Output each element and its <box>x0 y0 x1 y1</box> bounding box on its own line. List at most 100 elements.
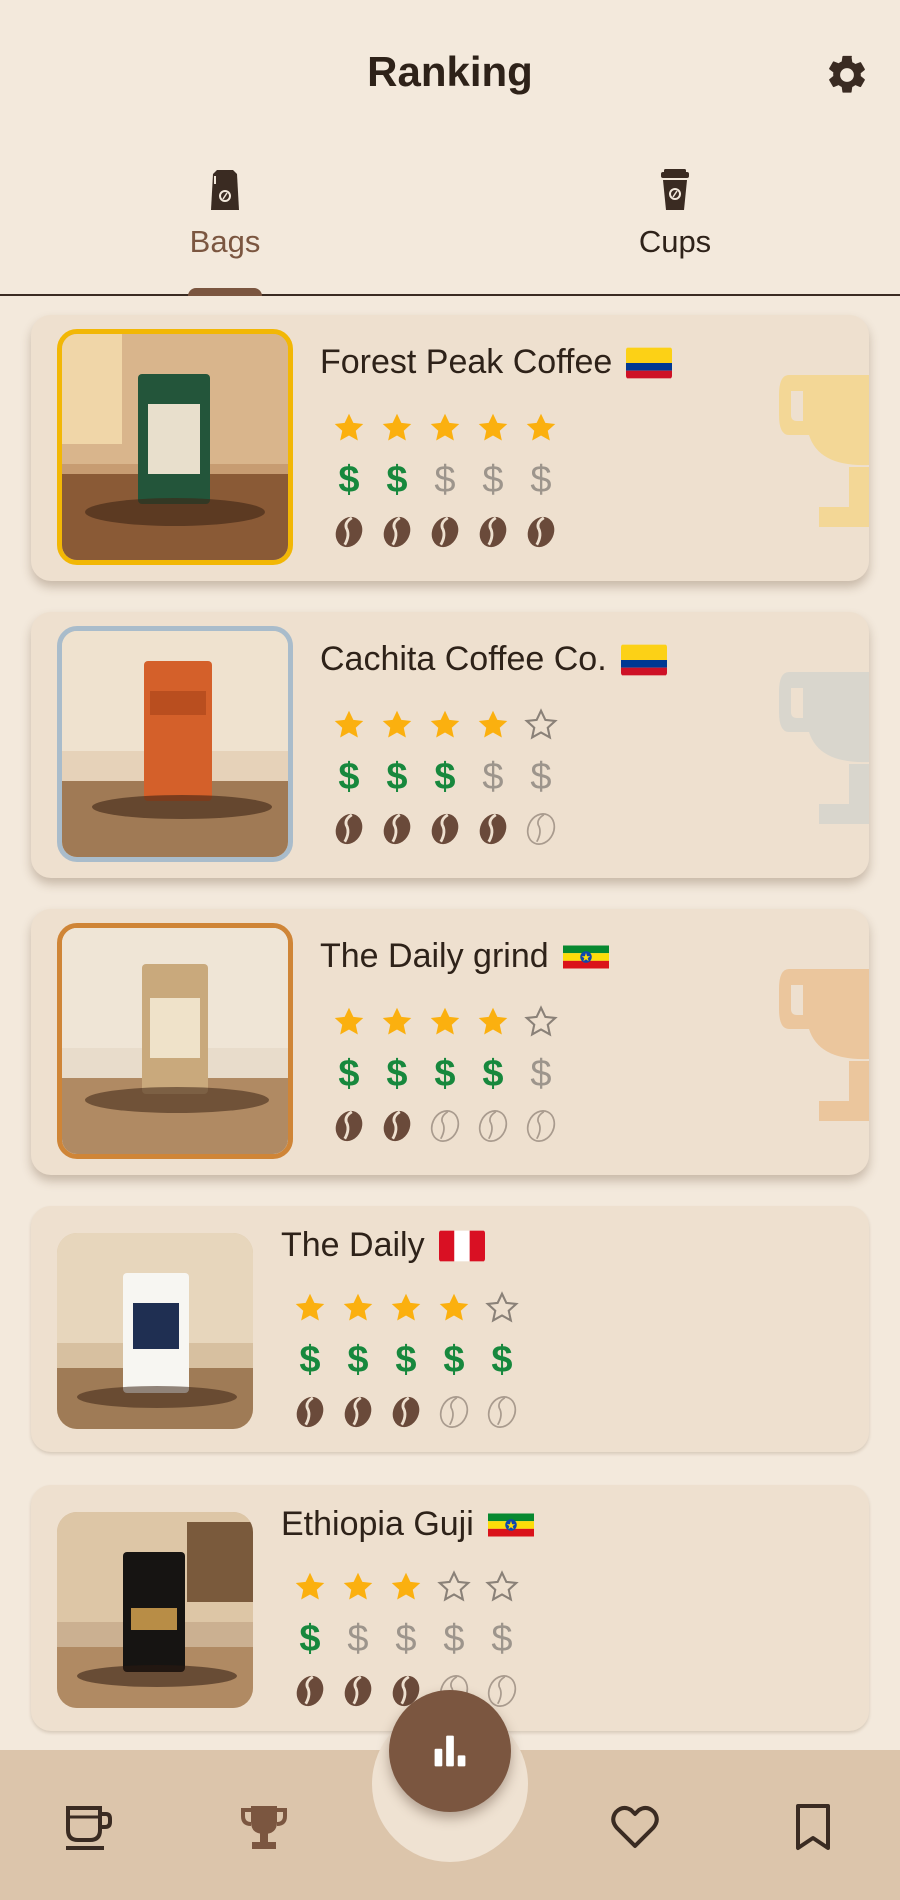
colombia-flag-icon <box>626 347 673 379</box>
strength-rating <box>286 1388 526 1436</box>
peru-flag-icon <box>438 1230 485 1262</box>
coffee-bean-filled-icon <box>325 508 373 556</box>
dollar-filled-icon: $ <box>491 1339 513 1381</box>
tab-bags[interactable]: Bags <box>0 160 450 296</box>
coffee-bean-empty-icon <box>469 1102 517 1150</box>
dollar-empty-icon: $ <box>491 1618 513 1660</box>
coffee-bag-icon <box>211 170 239 210</box>
coffee-mug-icon[interactable] <box>60 1800 114 1854</box>
gold-trophy-icon <box>779 375 869 527</box>
star-empty-icon <box>478 1284 526 1332</box>
coffee-bean-filled-icon <box>325 805 373 853</box>
strength-rating <box>325 805 565 853</box>
star-filled-icon <box>373 701 421 749</box>
coffee-cup-icon <box>661 169 689 210</box>
star-filled-icon <box>325 998 373 1046</box>
tab-selected-indicator <box>188 288 262 296</box>
dollar-filled-icon: $ <box>395 1339 417 1381</box>
star-empty-icon <box>517 998 565 1046</box>
star-filled-icon <box>382 1284 430 1332</box>
star-empty-icon <box>430 1563 478 1611</box>
ethiopia-flag-icon <box>562 941 609 973</box>
coffee-bean-filled-icon <box>517 508 565 556</box>
page-title: Ranking <box>367 48 533 95</box>
star-rating <box>325 404 565 452</box>
star-filled-icon <box>469 701 517 749</box>
star-rating <box>286 1563 526 1611</box>
dollar-filled-icon: $ <box>347 1339 369 1381</box>
star-filled-icon <box>469 404 517 452</box>
coffee-bean-filled-icon <box>286 1388 334 1436</box>
coffee-bag-image <box>57 626 293 862</box>
dollar-filled-icon: $ <box>338 756 360 798</box>
list-item[interactable]: The Daily grind $ $ $ $ $ <box>31 909 869 1175</box>
coffee-bean-filled-icon <box>421 805 469 853</box>
item-name: Cachita Coffee Co. <box>320 640 607 678</box>
item-name: The Daily <box>281 1226 425 1264</box>
coffee-bean-filled-icon <box>373 508 421 556</box>
dollar-empty-icon: $ <box>530 1053 552 1095</box>
coffee-bean-empty-icon <box>478 1388 526 1436</box>
colombia-flag-icon <box>620 644 667 676</box>
bookmark-icon[interactable] <box>786 1800 840 1854</box>
price-rating: $ $ $ $ $ <box>286 1336 526 1384</box>
list-item[interactable]: Cachita Coffee Co. $ $ $ $ $ <box>31 612 869 878</box>
coffee-bean-empty-icon <box>517 805 565 853</box>
list-item[interactable]: Forest Peak Coffee $ $ $ $ $ <box>31 315 869 581</box>
star-filled-icon <box>373 998 421 1046</box>
bar-chart-icon <box>434 1735 466 1767</box>
star-empty-icon <box>478 1563 526 1611</box>
price-rating: $ $ $ $ $ <box>325 753 565 801</box>
dollar-empty-icon: $ <box>443 1618 465 1660</box>
tab-bar: Bags Cups <box>0 160 900 296</box>
tab-cups[interactable]: Cups <box>450 160 900 294</box>
dollar-filled-icon: $ <box>434 1053 456 1095</box>
strength-rating <box>325 508 565 556</box>
coffee-bag-image <box>57 923 293 1159</box>
dollar-filled-icon: $ <box>299 1339 321 1381</box>
star-empty-icon <box>517 701 565 749</box>
stats-fab[interactable] <box>389 1690 511 1812</box>
ethiopia-flag-icon <box>487 1509 534 1541</box>
star-filled-icon <box>334 1284 382 1332</box>
tab-bags-label: Bags <box>189 224 261 259</box>
star-rating <box>286 1284 526 1332</box>
coffee-bean-filled-icon <box>325 1102 373 1150</box>
trophy-icon[interactable] <box>237 1800 291 1854</box>
dollar-filled-icon: $ <box>434 756 456 798</box>
dollar-empty-icon: $ <box>482 459 504 501</box>
item-title: The Daily grind <box>320 937 609 976</box>
star-filled-icon <box>421 404 469 452</box>
coffee-bag-image <box>57 329 293 565</box>
list-item[interactable]: The Daily $ $ $ $ $ <box>31 1206 869 1452</box>
price-rating: $ $ $ $ $ <box>325 456 565 504</box>
heart-icon[interactable] <box>608 1800 662 1854</box>
coffee-bean-filled-icon <box>373 805 421 853</box>
price-rating: $ $ $ $ $ <box>325 1050 565 1098</box>
coffee-bean-filled-icon <box>469 508 517 556</box>
strength-rating <box>325 1102 565 1150</box>
coffee-bean-filled-icon <box>421 508 469 556</box>
star-filled-icon <box>334 1563 382 1611</box>
star-filled-icon <box>286 1284 334 1332</box>
coffee-bag-image <box>57 1512 253 1708</box>
item-title: Cachita Coffee Co. <box>320 640 667 679</box>
dollar-filled-icon: $ <box>386 756 408 798</box>
coffee-bean-empty-icon <box>517 1102 565 1150</box>
dollar-filled-icon: $ <box>386 459 408 501</box>
dollar-filled-icon: $ <box>338 459 360 501</box>
star-filled-icon <box>325 404 373 452</box>
star-filled-icon <box>382 1563 430 1611</box>
star-filled-icon <box>373 404 421 452</box>
price-rating: $ $ $ $ $ <box>286 1615 526 1663</box>
coffee-bean-filled-icon <box>334 1667 382 1715</box>
gear-icon[interactable] <box>824 52 870 98</box>
coffee-bean-empty-icon <box>430 1388 478 1436</box>
item-name: Ethiopia Guji <box>281 1505 474 1543</box>
dollar-empty-icon: $ <box>347 1618 369 1660</box>
item-title: Ethiopia Guji <box>281 1505 534 1544</box>
item-title: The Daily <box>281 1226 485 1265</box>
dollar-filled-icon: $ <box>482 1053 504 1095</box>
coffee-bean-filled-icon <box>373 1102 421 1150</box>
dollar-filled-icon: $ <box>338 1053 360 1095</box>
